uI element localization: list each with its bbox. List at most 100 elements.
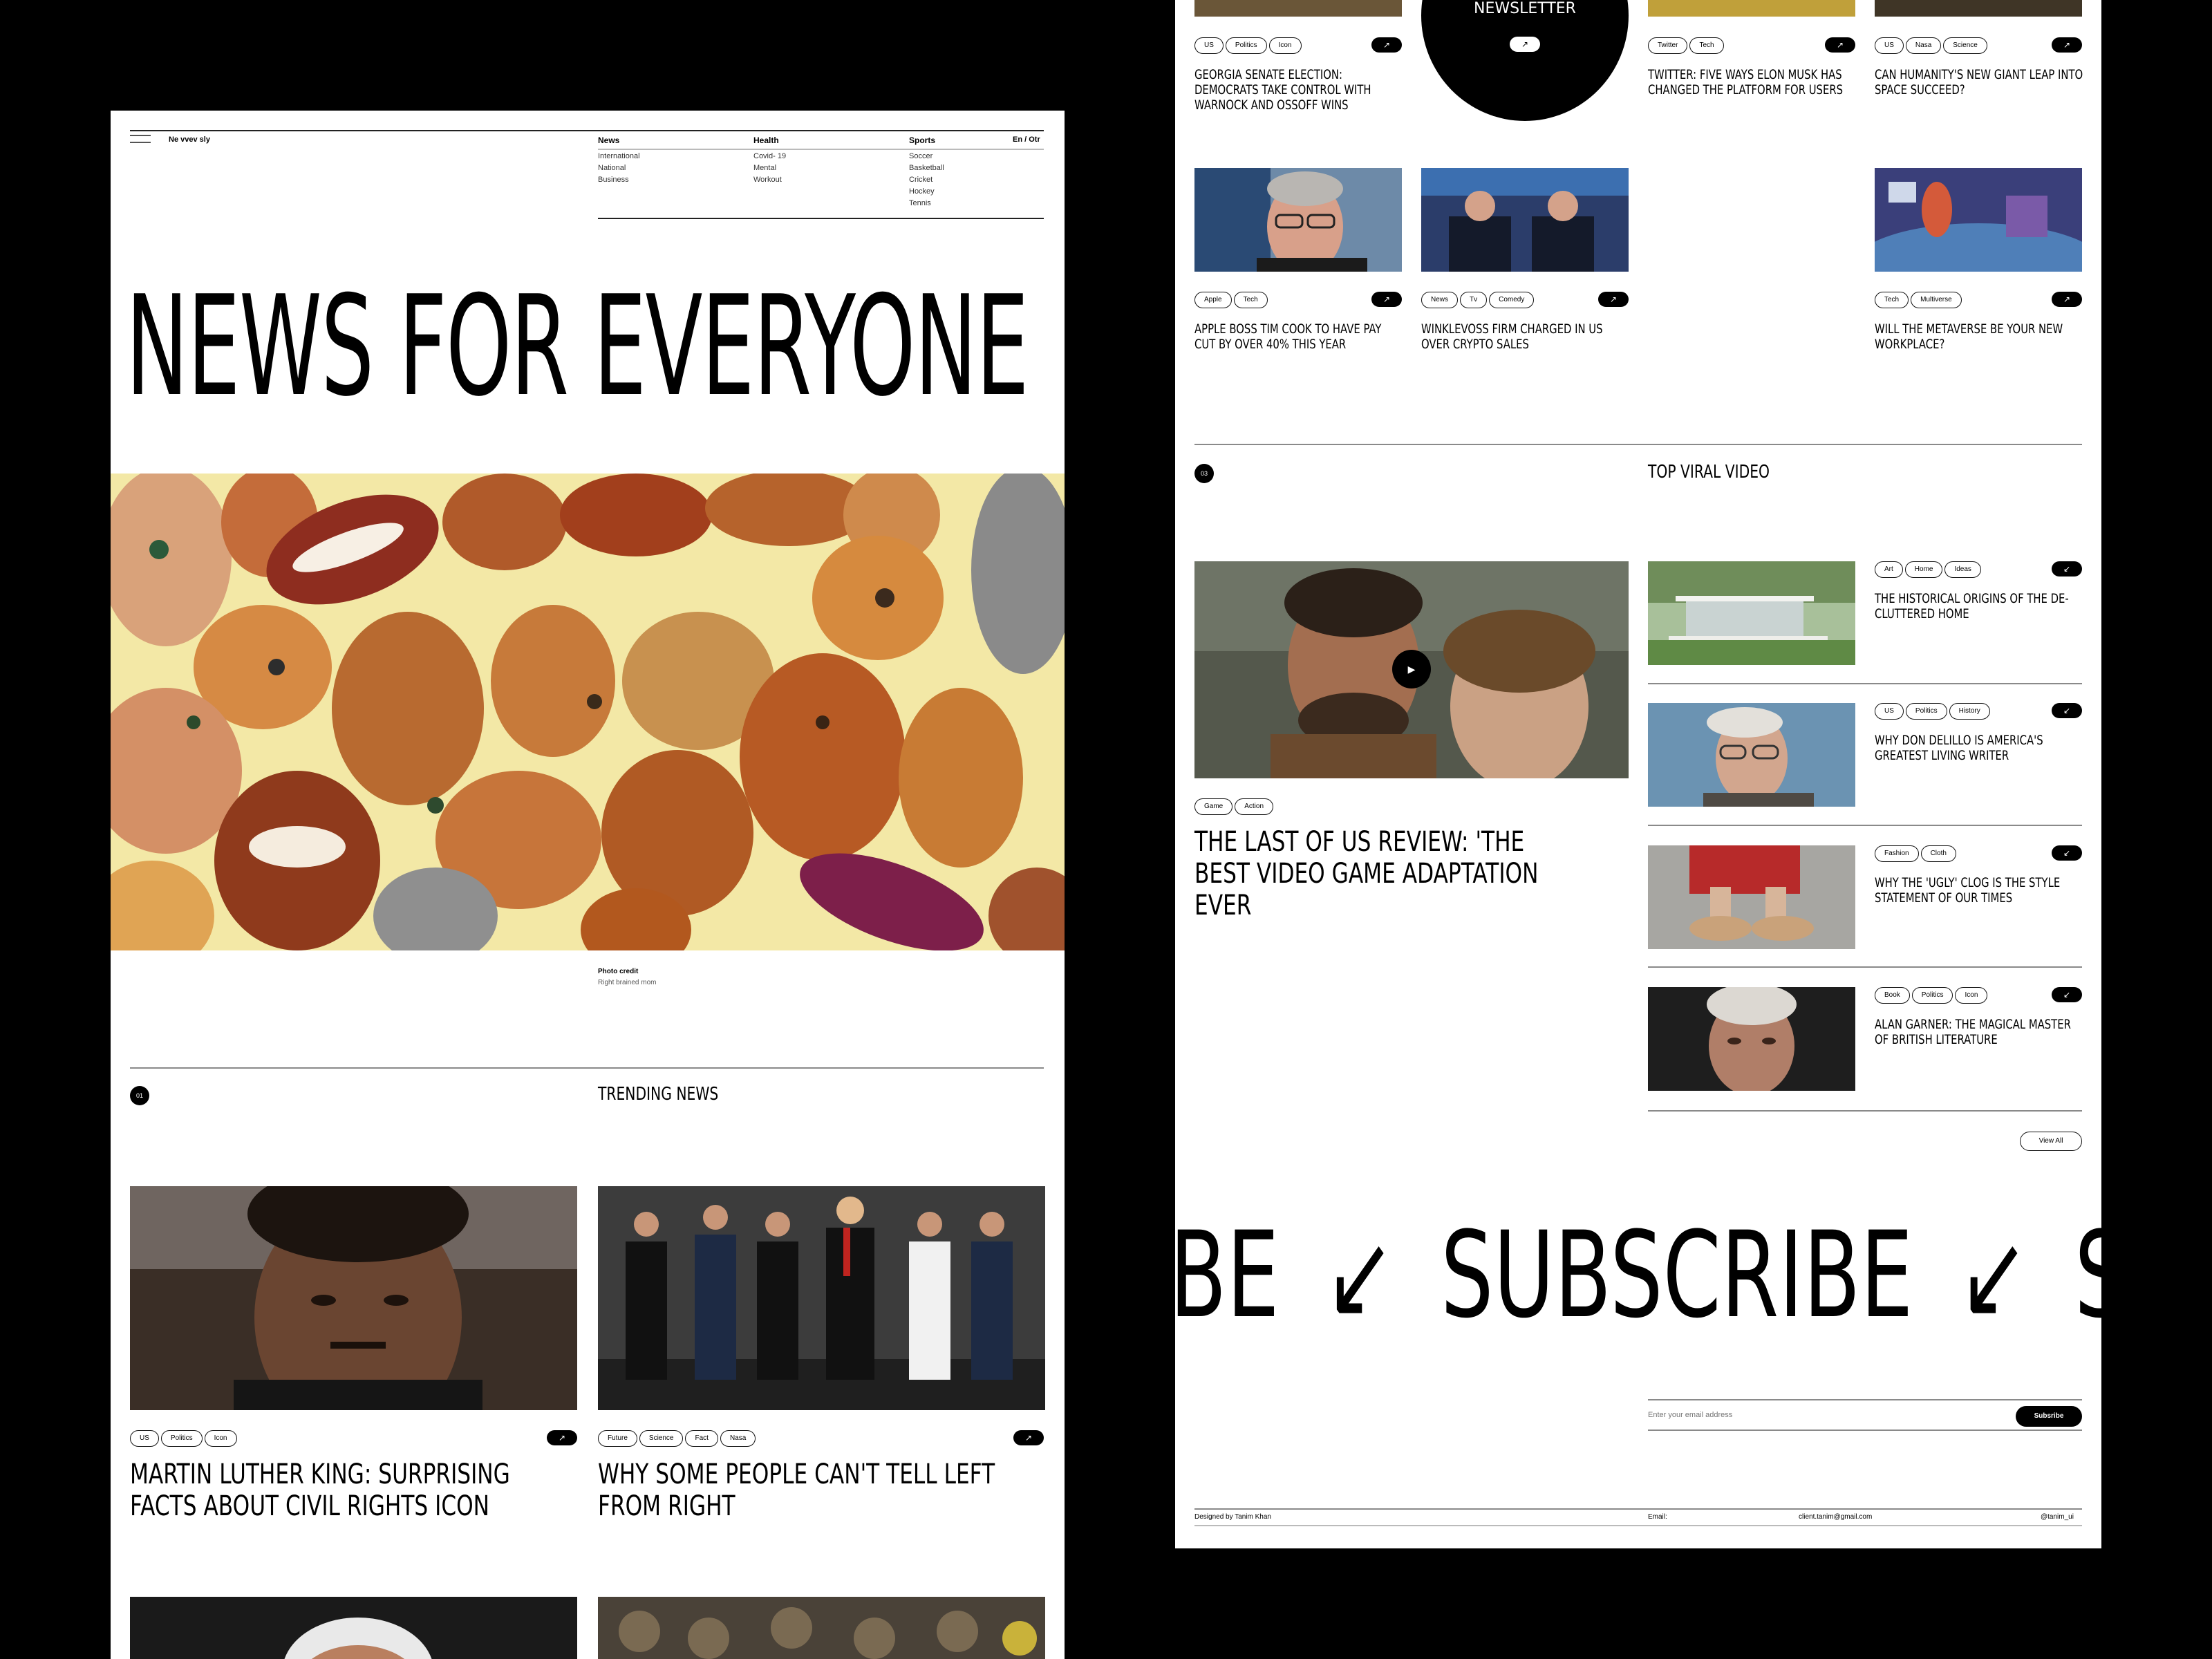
article-image-delillo[interactable] bbox=[1648, 703, 1855, 807]
language-switch[interactable]: En / Otr bbox=[1013, 135, 1040, 144]
nav-link[interactable]: Mental bbox=[753, 162, 786, 174]
article-headline[interactable]: MARTIN LUTHER KING: SURPRISING FACTS ABO… bbox=[130, 1459, 534, 1522]
tag-chip[interactable]: Fact bbox=[685, 1430, 718, 1447]
article-headline[interactable]: WHY SOME PEOPLE CAN'T TELL LEFT FROM RIG… bbox=[598, 1459, 1029, 1522]
article-image-alan-garner[interactable] bbox=[1648, 987, 1855, 1091]
play-button[interactable]: ▶ bbox=[1392, 650, 1431, 688]
tag-chip[interactable]: Tech bbox=[1875, 292, 1909, 308]
article-headline[interactable]: WHY DON DELILLO IS AMERICA'S GREATEST LI… bbox=[1875, 733, 2085, 763]
newsletter-button[interactable]: ↗ bbox=[1510, 37, 1540, 52]
email-input[interactable] bbox=[1648, 1406, 1994, 1424]
article-image-leaders[interactable] bbox=[598, 1186, 1045, 1410]
article-image-tim-cook[interactable] bbox=[1194, 168, 1402, 272]
tag-chip[interactable]: Ideas bbox=[1944, 561, 1981, 578]
tag-chip[interactable]: Game bbox=[1194, 798, 1233, 815]
newsletter-badge[interactable]: NEWSLETTER ↗ bbox=[1421, 0, 1629, 121]
article-headline[interactable]: WINKLEVOSS FIRM CHARGED IN US OVER CRYPT… bbox=[1421, 321, 1631, 352]
tag-chip[interactable]: Tech bbox=[1689, 37, 1724, 54]
article-image-partial[interactable] bbox=[1875, 0, 2082, 17]
tag-chip[interactable]: Action bbox=[1235, 798, 1274, 815]
nav-link[interactable]: Tennis bbox=[909, 198, 944, 209]
article-image-house[interactable] bbox=[1648, 561, 1855, 665]
nav-link[interactable]: Business bbox=[598, 174, 640, 186]
open-article-button[interactable]: ↗ bbox=[2052, 37, 2082, 53]
video-thumbnail[interactable]: ▶ bbox=[1194, 561, 1629, 778]
article-headline[interactable]: TWITTER: FIVE WAYS ELON MUSK HAS CHANGED… bbox=[1648, 67, 1858, 97]
open-article-button[interactable]: ↗ bbox=[547, 1430, 577, 1445]
open-article-button[interactable]: ↙ bbox=[2052, 987, 2082, 1002]
tag-chip[interactable]: Icon bbox=[1268, 37, 1302, 54]
article-headline[interactable]: THE HISTORICAL ORIGINS OF THE DE-CLUTTER… bbox=[1875, 591, 2085, 621]
article-headline[interactable]: CAN HUMANITY'S NEW GIANT LEAP INTO SPACE… bbox=[1875, 67, 2085, 97]
tag-chip[interactable]: US bbox=[1194, 37, 1224, 54]
article-headline[interactable]: ALAN GARNER: THE MAGICAL MASTER OF BRITI… bbox=[1875, 1017, 2085, 1047]
tag-chip[interactable]: History bbox=[1949, 703, 1990, 720]
nav-link[interactable]: Workout bbox=[753, 174, 786, 186]
nav-link[interactable]: National bbox=[598, 162, 640, 174]
tag-chip[interactable]: Twitter bbox=[1648, 37, 1688, 54]
footer-email-link[interactable]: client.tanim@gmail.com bbox=[1799, 1513, 1872, 1521]
view-all-button[interactable]: View All bbox=[2020, 1132, 2082, 1151]
nav-link[interactable]: Cricket bbox=[909, 174, 944, 186]
nav-link[interactable]: Soccer bbox=[909, 151, 944, 162]
tag-chip[interactable]: Multiverse bbox=[1911, 292, 1962, 308]
tag-chip[interactable]: Future bbox=[598, 1430, 637, 1447]
article-headline[interactable]: APPLE BOSS TIM COOK TO HAVE PAY CUT BY O… bbox=[1194, 321, 1405, 352]
article-image-partial[interactable] bbox=[1194, 0, 1402, 17]
article-image-partial[interactable] bbox=[130, 1597, 577, 1659]
open-article-button[interactable]: ↗ bbox=[1598, 292, 1629, 307]
article-headline[interactable]: WHY THE 'UGLY' CLOG IS THE STYLE STATEME… bbox=[1875, 875, 2085, 906]
tag-chip[interactable]: US bbox=[130, 1430, 159, 1447]
tag-chip[interactable]: US bbox=[1875, 37, 1904, 54]
open-article-button[interactable]: ↙ bbox=[2052, 703, 2082, 718]
article-image-partial[interactable] bbox=[598, 1597, 1045, 1659]
article-headline[interactable]: GEORGIA SENATE ELECTION: DEMOCRATS TAKE … bbox=[1194, 67, 1405, 113]
tag-chip[interactable]: Politics bbox=[1905, 703, 1947, 720]
tag-chip[interactable]: News bbox=[1421, 292, 1459, 308]
tag-chip[interactable]: Science bbox=[1943, 37, 1987, 54]
article-image-clogs[interactable] bbox=[1648, 845, 1855, 949]
tag-chip[interactable]: Fashion bbox=[1875, 845, 1919, 862]
open-article-button[interactable]: ↙ bbox=[2052, 845, 2082, 861]
tag-chip[interactable]: Apple bbox=[1194, 292, 1232, 308]
open-article-button[interactable]: ↗ bbox=[1825, 37, 1855, 53]
tag-chip[interactable]: Nasa bbox=[1905, 37, 1942, 54]
article-image-mlk[interactable] bbox=[130, 1186, 577, 1410]
tag-chip[interactable]: Icon bbox=[204, 1430, 237, 1447]
open-article-button[interactable]: ↗ bbox=[1371, 37, 1402, 53]
tag-chip[interactable]: Book bbox=[1875, 987, 1910, 1004]
tag-chip[interactable]: Home bbox=[1904, 561, 1943, 578]
subscribe-marquee[interactable]: BE ↙ SUBSCRIBE ↙ SU bbox=[1175, 1210, 2101, 1341]
open-article-button[interactable]: ↙ bbox=[2052, 561, 2082, 577]
article-headline[interactable]: WILL THE METAVERSE BE YOUR NEW WORKPLACE… bbox=[1875, 321, 2085, 352]
tag-chip[interactable]: Cloth bbox=[1920, 845, 1956, 862]
nav-link[interactable]: Covid- 19 bbox=[753, 151, 786, 162]
tag-chip[interactable]: Tv bbox=[1460, 292, 1488, 308]
article-image-winklevoss[interactable] bbox=[1421, 168, 1629, 272]
open-article-button[interactable]: ↗ bbox=[2052, 292, 2082, 307]
footer-social-handle[interactable]: @tanim_ui bbox=[2041, 1513, 2074, 1521]
video-headline[interactable]: THE LAST OF US REVIEW: 'THE BEST VIDEO G… bbox=[1194, 826, 1539, 921]
tag-chip[interactable]: Politics bbox=[160, 1430, 203, 1447]
tag-chip[interactable]: Art bbox=[1875, 561, 1903, 578]
subscribe-button[interactable]: Subsribe bbox=[2016, 1406, 2082, 1427]
tag-chip[interactable]: Science bbox=[639, 1430, 684, 1447]
tag-chip[interactable]: Politics bbox=[1911, 987, 1953, 1004]
tag-chip[interactable]: Comedy bbox=[1489, 292, 1535, 308]
tag-chip[interactable]: Tech bbox=[1233, 292, 1268, 308]
article-image-metaverse[interactable] bbox=[1875, 168, 2082, 272]
article-image-partial[interactable] bbox=[1648, 0, 1855, 17]
tag-chip[interactable]: US bbox=[1875, 703, 1904, 720]
nav-news-heading[interactable]: News bbox=[598, 135, 640, 145]
nav-health-heading[interactable]: Health bbox=[753, 135, 786, 145]
nav-sports-heading[interactable]: Sports bbox=[909, 135, 944, 145]
nav-link[interactable]: Hockey bbox=[909, 186, 944, 198]
tag-chip[interactable]: Politics bbox=[1225, 37, 1267, 54]
open-article-button[interactable]: ↗ bbox=[1371, 292, 1402, 307]
site-logo[interactable]: Ne vvev sly bbox=[169, 135, 210, 144]
open-article-button[interactable]: ↗ bbox=[1013, 1430, 1044, 1445]
tag-chip[interactable]: Nasa bbox=[720, 1430, 756, 1447]
nav-link[interactable]: Basketball bbox=[909, 162, 944, 174]
tag-chip[interactable]: Icon bbox=[1955, 987, 1988, 1004]
nav-link[interactable]: International bbox=[598, 151, 640, 162]
